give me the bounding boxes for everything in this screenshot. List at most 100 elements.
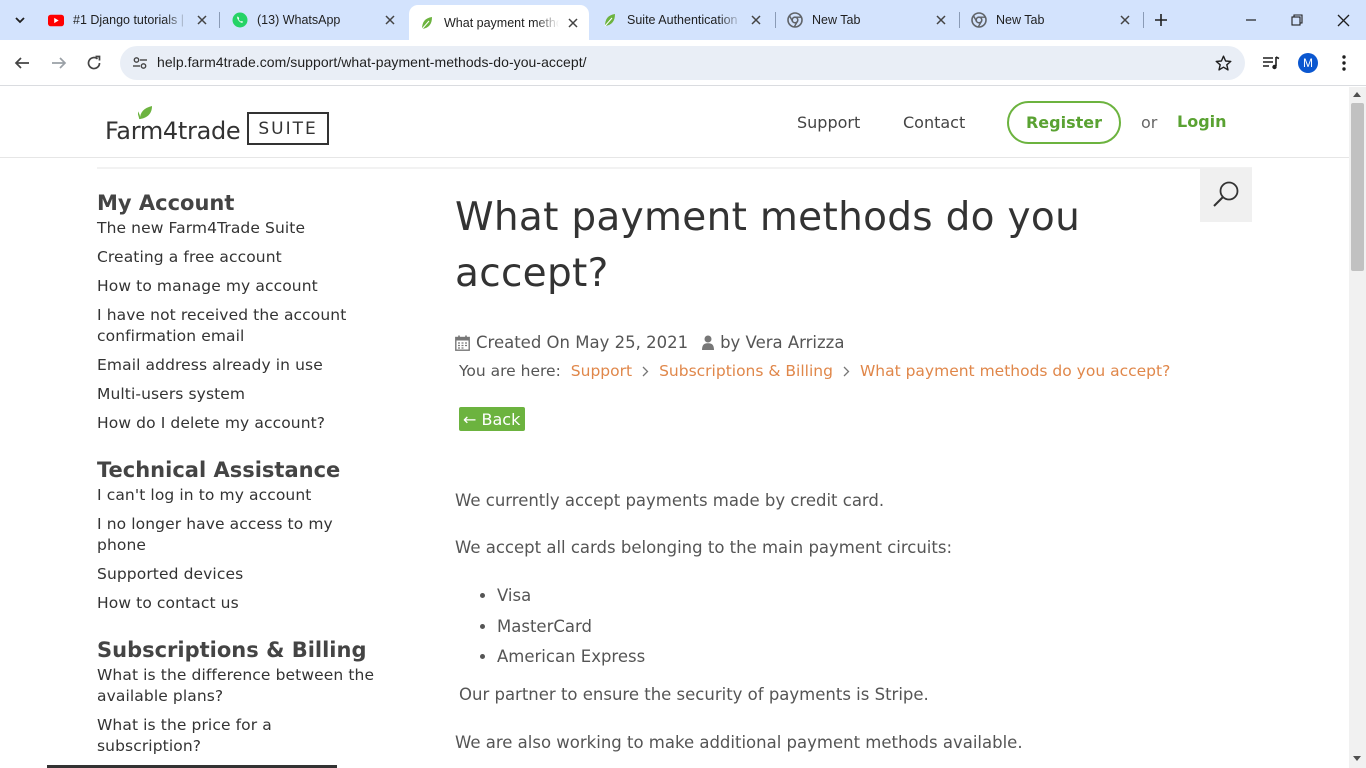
tab-new-tab[interactable]: New Tab bbox=[961, 5, 1141, 35]
url-text: help.farm4trade.com/support/what-payment… bbox=[157, 54, 587, 70]
paragraph-stripe: Our partner to ensure the security of pa… bbox=[459, 685, 929, 704]
back-link-button[interactable]: ← Back bbox=[459, 407, 526, 431]
chrome-icon bbox=[787, 12, 803, 28]
nav-contact[interactable]: Contact bbox=[903, 113, 965, 132]
breadcrumb: You are here: Support Subscriptions & Bi… bbox=[459, 362, 1215, 380]
tab-title: #1 Django tutorials | Wi bbox=[73, 13, 188, 27]
breadcrumb-current[interactable]: What payment methods do you accept? bbox=[860, 362, 1170, 380]
web-page: Farm4trade SUITE Support Contact Registe… bbox=[0, 87, 1349, 768]
sidebar-item-plans-difference[interactable]: What is the difference between the avail… bbox=[97, 665, 397, 707]
close-icon bbox=[1337, 14, 1349, 26]
tab-search-button[interactable] bbox=[6, 6, 34, 34]
sidebar-item-supported-devices[interactable]: Supported devices bbox=[97, 564, 397, 585]
site-info-icon[interactable] bbox=[130, 53, 150, 73]
tab-title: New Tab bbox=[996, 13, 1045, 27]
scrollbar-thumb[interactable] bbox=[1351, 103, 1364, 271]
tab-title: (13) WhatsApp bbox=[257, 13, 341, 27]
paragraph-payment-circuits: We accept all cards belonging to the mai… bbox=[455, 538, 953, 557]
sidebar-item-no-phone-access[interactable]: I no longer have access to my phone bbox=[97, 514, 367, 556]
sidebar-item-delete-account[interactable]: How do I delete my account? bbox=[97, 413, 397, 434]
tab-whatsapp[interactable]: (13) WhatsApp bbox=[222, 5, 406, 35]
sidebar-item-multi-users[interactable]: Multi-users system bbox=[97, 384, 397, 405]
farm4trade-logo[interactable]: Farm4trade SUITE bbox=[105, 101, 329, 145]
reload-icon bbox=[87, 55, 101, 70]
sidebar-item-free-account[interactable]: Creating a free account bbox=[97, 247, 397, 268]
tab-suite-authentication[interactable]: Suite Authentication - bbox=[592, 5, 772, 35]
sidebar-section-title: Technical Assistance bbox=[97, 458, 341, 482]
tab-strip: #1 Django tutorials | Wi (13) WhatsApp W… bbox=[0, 0, 1366, 40]
minimize-button[interactable] bbox=[1228, 0, 1274, 40]
sidebar-section-subscriptions-billing: Subscriptions & Billing What is the diff… bbox=[97, 637, 397, 757]
close-icon[interactable] bbox=[933, 12, 949, 28]
address-bar[interactable]: help.farm4trade.com/support/what-payment… bbox=[120, 46, 1245, 80]
media-control-icon[interactable] bbox=[1259, 51, 1283, 75]
whatsapp-icon bbox=[232, 12, 248, 28]
profile-avatar[interactable]: M bbox=[1296, 51, 1320, 75]
reload-button[interactable] bbox=[79, 48, 109, 78]
scroll-up-arrow-icon[interactable] bbox=[1353, 92, 1361, 97]
paragraph-credit-card: We currently accept payments made by cre… bbox=[455, 491, 885, 510]
breadcrumb-prefix: You are here: bbox=[459, 362, 561, 380]
chevron-right-icon bbox=[642, 366, 649, 377]
tab-separator bbox=[1143, 12, 1144, 28]
list-item: American Express bbox=[497, 646, 1215, 668]
article-meta: Created On May 25, 2021 by Vera Arrizza bbox=[455, 333, 1215, 352]
close-icon[interactable] bbox=[1117, 12, 1133, 28]
sidebar-item-subscription-price[interactable]: What is the price for a subscription? bbox=[97, 715, 297, 757]
divider bbox=[97, 167, 1252, 169]
author: by Vera Arrizza bbox=[720, 333, 845, 352]
sidebar-item-confirmation-email[interactable]: I have not received the account confirma… bbox=[97, 305, 367, 347]
arrow-right-icon bbox=[52, 57, 67, 69]
site-header: Farm4trade SUITE Support Contact Registe… bbox=[0, 87, 1349, 158]
forward-button[interactable] bbox=[44, 48, 74, 78]
nav-support[interactable]: Support bbox=[797, 113, 860, 132]
tab-new-tab[interactable]: New Tab bbox=[777, 5, 957, 35]
tab-active-payment-methods[interactable]: What payment methods bbox=[409, 5, 589, 40]
close-icon[interactable] bbox=[748, 12, 764, 28]
plus-icon bbox=[1155, 14, 1167, 26]
sidebar-item-manage-account[interactable]: How to manage my account bbox=[97, 276, 397, 297]
calendar-icon bbox=[455, 335, 470, 351]
list-item: MasterCard bbox=[497, 616, 1215, 638]
kebab-menu-icon bbox=[1342, 55, 1346, 71]
chrome-icon bbox=[971, 12, 987, 28]
sidebar-item-email-in-use[interactable]: Email address already in use bbox=[97, 355, 397, 376]
leaf-logo-icon bbox=[138, 106, 152, 120]
sidebar-item-cant-login[interactable]: I can't log in to my account bbox=[97, 485, 397, 506]
sidebar-item-new-suite[interactable]: The new Farm4Trade Suite bbox=[97, 218, 397, 239]
tab-django[interactable]: #1 Django tutorials | Wi bbox=[38, 5, 218, 35]
search-icon bbox=[1213, 181, 1239, 207]
chevron-down-icon bbox=[15, 17, 25, 24]
restore-button[interactable] bbox=[1274, 0, 1320, 40]
or-label: or bbox=[1141, 113, 1158, 132]
minimize-icon bbox=[1246, 19, 1256, 21]
tab-title: New Tab bbox=[812, 13, 861, 27]
breadcrumb-subscriptions-billing[interactable]: Subscriptions & Billing bbox=[659, 362, 833, 380]
farm4trade-leaf-icon bbox=[602, 12, 618, 28]
chevron-right-icon bbox=[843, 366, 850, 377]
farm4trade-leaf-icon bbox=[419, 15, 435, 31]
login-link[interactable]: Login bbox=[1177, 112, 1227, 131]
sidebar-section-my-account: My Account The new Farm4Trade Suite Crea… bbox=[97, 190, 397, 434]
scroll-down-arrow-icon[interactable] bbox=[1353, 756, 1361, 761]
browser-window: #1 Django tutorials | Wi (13) WhatsApp W… bbox=[0, 0, 1366, 768]
sidebar-section-technical-assistance: Technical Assistance I can't log in to m… bbox=[97, 457, 397, 614]
close-icon[interactable] bbox=[194, 12, 210, 28]
browser-toolbar: help.farm4trade.com/support/what-payment… bbox=[0, 40, 1366, 86]
tab-separator bbox=[219, 12, 220, 28]
page-scrollbar[interactable] bbox=[1349, 87, 1366, 768]
created-date: Created On May 25, 2021 bbox=[476, 333, 689, 352]
back-button[interactable] bbox=[7, 48, 37, 78]
user-icon bbox=[702, 335, 715, 350]
close-icon[interactable] bbox=[565, 15, 581, 31]
sidebar-item-contact-us[interactable]: How to contact us bbox=[97, 593, 397, 614]
breadcrumb-support[interactable]: Support bbox=[571, 362, 632, 380]
restore-icon bbox=[1291, 14, 1303, 26]
sidebar: My Account The new Farm4Trade Suite Crea… bbox=[97, 190, 397, 768]
browser-menu-button[interactable] bbox=[1332, 51, 1356, 75]
close-icon[interactable] bbox=[382, 12, 398, 28]
close-window-button[interactable] bbox=[1320, 0, 1366, 40]
bookmark-star-icon[interactable] bbox=[1213, 53, 1233, 73]
new-tab-button[interactable] bbox=[1148, 7, 1174, 33]
register-button[interactable]: Register bbox=[1007, 101, 1121, 144]
